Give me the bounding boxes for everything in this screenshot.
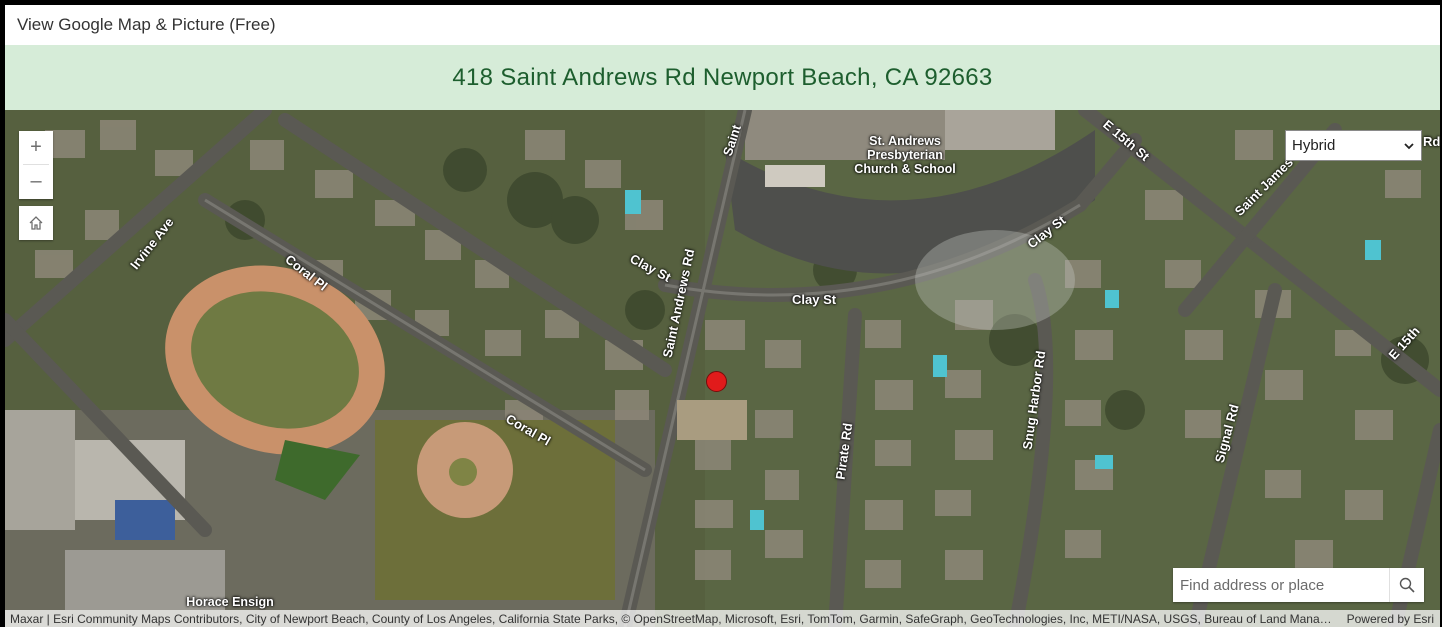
home-button[interactable]	[19, 206, 53, 240]
map-search	[1173, 568, 1424, 602]
chevron-down-icon	[1404, 142, 1414, 149]
satellite-map[interactable]: Irvine Ave Coral Pl Coral Pl Saint Andre…	[5, 110, 1440, 627]
poi-label-church: St. Andrews Presbyterian Church & School	[854, 134, 956, 176]
street-label-clay-st-middle: Clay St	[792, 292, 837, 307]
search-button[interactable]	[1389, 568, 1424, 602]
attribution-credits: Maxar | Esri Community Maps Contributors…	[10, 611, 1337, 626]
app-frame: View Google Map & Picture (Free) 418 Sai…	[5, 5, 1440, 627]
basemap-select-value: Hybrid	[1292, 137, 1336, 154]
property-location-marker[interactable]	[706, 371, 727, 392]
basemap-select[interactable]: Hybrid	[1285, 130, 1422, 161]
street-label-rd-top-right: Rd	[1423, 134, 1440, 149]
address-text: 418 Saint Andrews Rd Newport Beach, CA 9…	[452, 63, 993, 91]
window-title: View Google Map & Picture (Free)	[17, 15, 276, 34]
poi-label-school: Horace Ensign	[186, 595, 274, 609]
zoom-out-button[interactable]: –	[19, 165, 53, 198]
map-imagery	[5, 110, 1440, 627]
map-attribution: Maxar | Esri Community Maps Contributors…	[5, 610, 1440, 627]
address-banner: 418 Saint Andrews Rd Newport Beach, CA 9…	[5, 45, 1440, 110]
zoom-controls: + –	[19, 131, 53, 199]
title-bar: View Google Map & Picture (Free)	[5, 5, 1440, 45]
search-input[interactable]	[1173, 568, 1390, 602]
search-icon	[1399, 577, 1415, 593]
home-icon	[29, 216, 43, 230]
zoom-in-button[interactable]: +	[19, 131, 53, 164]
powered-by-esri-link[interactable]: Powered by Esri	[1347, 612, 1434, 626]
